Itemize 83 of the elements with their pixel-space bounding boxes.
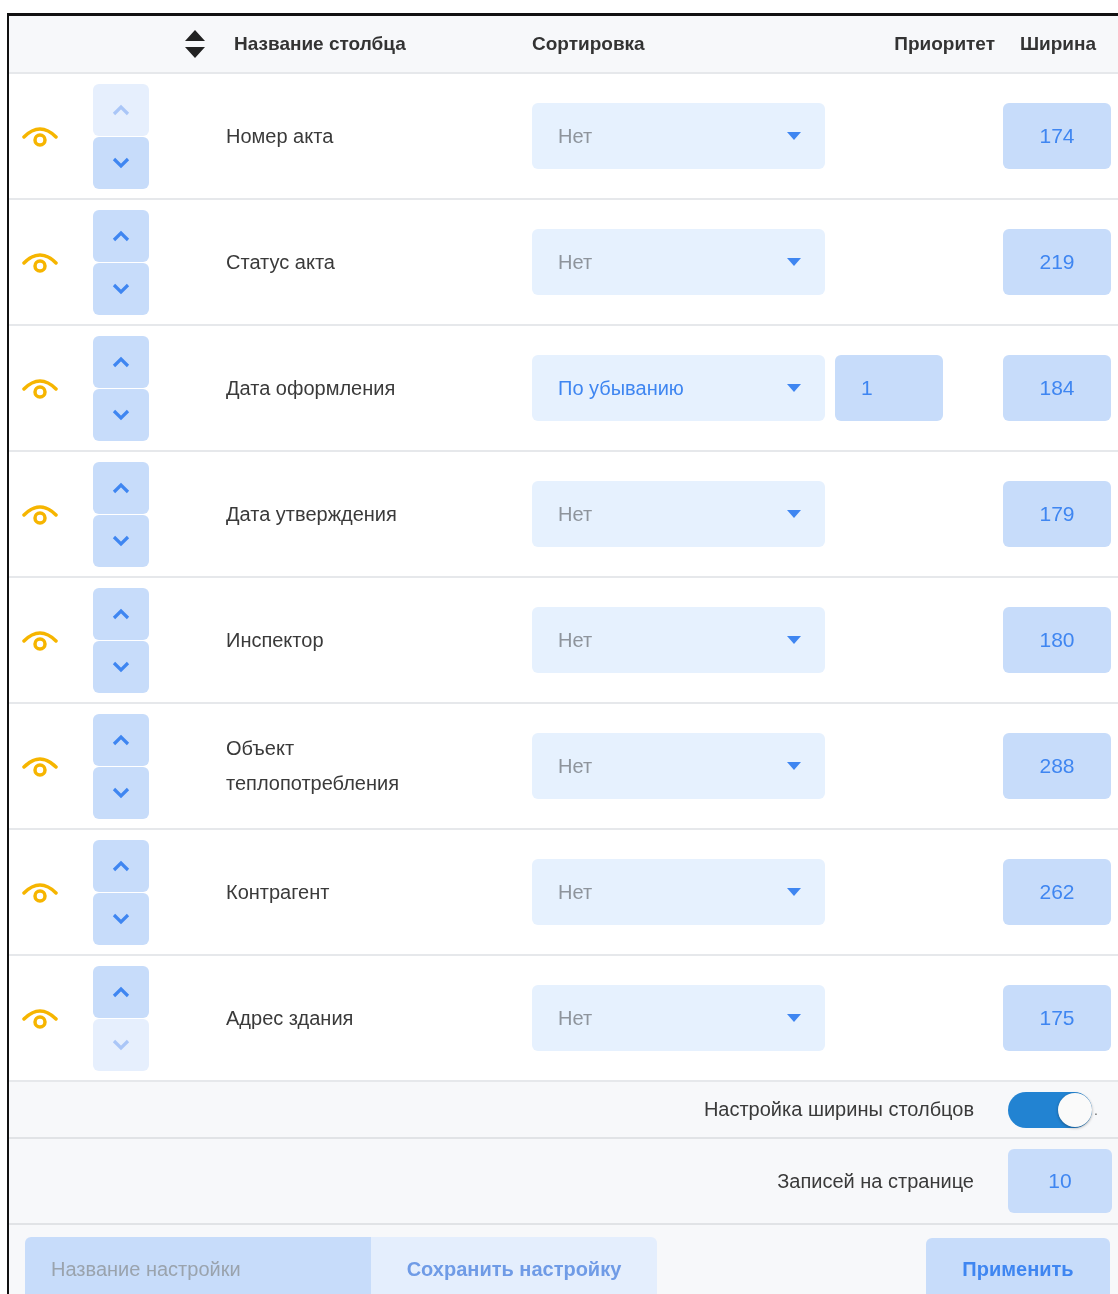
move-up-button[interactable]	[93, 335, 149, 388]
width-field[interactable]: 219	[1003, 229, 1111, 295]
page-size-field[interactable]: 10	[1008, 1149, 1112, 1213]
apply-button[interactable]: Применить	[926, 1238, 1110, 1294]
move-down-button[interactable]	[93, 640, 149, 693]
width-field[interactable]: 175	[1003, 985, 1111, 1051]
caret-icon	[787, 510, 801, 518]
chevron-up-icon	[111, 355, 131, 368]
caret-icon	[787, 1014, 801, 1022]
chevron-down-icon	[111, 534, 131, 547]
column-name: Инспектор	[226, 627, 325, 653]
eye-icon[interactable]	[21, 124, 59, 148]
move-up-button[interactable]	[93, 713, 149, 766]
ellipsis-text: .	[1094, 1101, 1098, 1118]
chevron-down-icon	[111, 1038, 131, 1051]
priority-field[interactable]: 1	[835, 355, 943, 421]
caret-icon	[787, 636, 801, 644]
width-field[interactable]: 174	[1003, 103, 1111, 169]
chevron-up-icon	[111, 985, 131, 998]
page-size-label: Записей на странице	[777, 1169, 974, 1193]
move-down-button[interactable]	[93, 262, 149, 315]
eye-icon[interactable]	[21, 250, 59, 274]
eye-icon[interactable]	[21, 880, 59, 904]
chevron-down-icon	[111, 660, 131, 673]
setting-name-field[interactable]: Название настройки	[25, 1236, 371, 1294]
move-up-button[interactable]	[93, 587, 149, 640]
sort-select[interactable]: Нет	[532, 481, 825, 547]
eye-icon[interactable]	[21, 376, 59, 400]
sort-select[interactable]: Нет	[532, 859, 825, 925]
eye-icon[interactable]	[21, 628, 59, 652]
width-field[interactable]: 179	[1003, 481, 1111, 547]
move-up-button[interactable]	[93, 461, 149, 514]
chevron-up-icon	[111, 859, 131, 872]
column-name: Объект теплопотребления	[226, 736, 400, 796]
column-name: Номер акта	[226, 123, 335, 149]
sort-select[interactable]: Нет	[532, 103, 825, 169]
eye-icon[interactable]	[21, 754, 59, 778]
sort-select[interactable]: Нет	[532, 733, 825, 799]
column-name: Дата утверждения	[226, 501, 398, 527]
caret-icon	[787, 132, 801, 140]
eye-icon[interactable]	[21, 502, 59, 526]
column-name: Дата оформления	[226, 375, 397, 401]
chevron-up-icon	[111, 103, 131, 116]
column-header: Сортировка	[532, 33, 645, 55]
chevron-down-icon	[111, 156, 131, 169]
move-up-button[interactable]	[93, 209, 149, 262]
move-down-button[interactable]	[93, 766, 149, 819]
sort-select[interactable]: Нет	[532, 607, 825, 673]
column-header: Ширина	[1019, 33, 1097, 55]
caret-icon	[787, 258, 801, 266]
chevron-down-icon	[111, 786, 131, 799]
width-field[interactable]: 180	[1003, 607, 1111, 673]
sort-select[interactable]: Нет	[532, 985, 825, 1051]
caret-icon	[787, 762, 801, 770]
width-field[interactable]: 262	[1003, 859, 1111, 925]
sort-select[interactable]: По убыванию	[532, 355, 825, 421]
caret-icon	[787, 888, 801, 896]
column-name: Адрес здания	[226, 1005, 355, 1031]
caret-icon	[787, 384, 801, 392]
toggle-switch[interactable]	[1008, 1091, 1093, 1128]
move-down-button[interactable]	[93, 136, 149, 189]
chevron-up-icon	[111, 733, 131, 746]
chevron-up-icon	[111, 229, 131, 242]
move-down-button[interactable]	[93, 892, 149, 945]
chevron-down-icon	[111, 408, 131, 421]
toggle-label: Настройка ширины столбцов	[703, 1098, 975, 1121]
width-field[interactable]: 288	[1003, 733, 1111, 799]
chevron-up-icon	[111, 607, 131, 620]
column-name: Статус акта	[226, 249, 336, 275]
eye-icon[interactable]	[21, 1006, 59, 1030]
column-header: Приоритет	[894, 33, 995, 55]
column-name: Контрагент	[226, 879, 331, 905]
move-down-button[interactable]	[93, 388, 149, 441]
sort-select[interactable]: Нет	[532, 229, 825, 295]
move-down-button[interactable]	[93, 514, 149, 567]
column-header: Название столбца	[234, 33, 406, 55]
move-up-button[interactable]	[93, 839, 149, 892]
chevron-down-icon	[111, 282, 131, 295]
move-up-button[interactable]	[93, 965, 149, 1018]
chevron-up-icon	[111, 481, 131, 494]
width-field[interactable]: 184	[1003, 355, 1111, 421]
chevron-down-icon	[111, 912, 131, 925]
sort-icon	[184, 29, 206, 59]
